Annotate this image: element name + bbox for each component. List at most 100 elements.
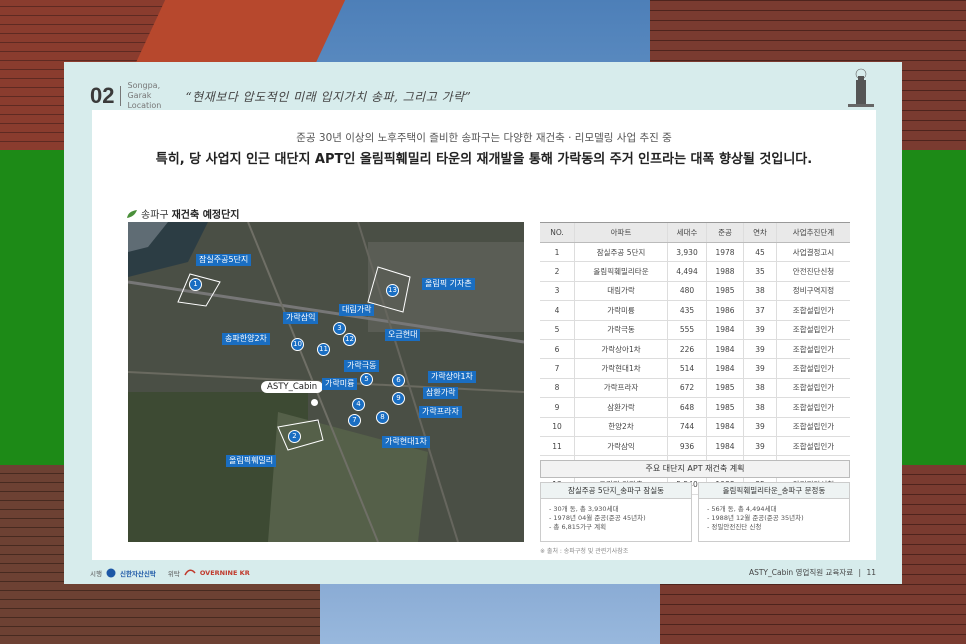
- table-cell: 대림가락: [574, 281, 668, 302]
- table-cell: 1985: [706, 281, 744, 302]
- table-cell: 잠실주공 5단지: [574, 242, 668, 263]
- map-marker[interactable]: 8: [376, 411, 389, 424]
- map-marker[interactable]: 11: [317, 343, 330, 356]
- page-number: 11: [866, 568, 876, 577]
- table-cell: 3: [540, 281, 575, 302]
- table-cell: 6: [540, 339, 575, 360]
- table-cell: 안전진단신청: [776, 261, 850, 282]
- footer-right: ASTY_Cabin 영업직원 교육자료 | 11: [748, 568, 876, 577]
- table-cell: 2: [540, 261, 575, 282]
- table-cell: 11: [540, 436, 575, 457]
- satellite-map[interactable]: 잠실주공5단지 올림픽 기자촌 대림가락 가락삼익 오금현대 송파한양2차 가락…: [128, 222, 524, 542]
- table-cell: 1985: [706, 378, 744, 399]
- map-label-ogeum-hyundai: 오금현대: [385, 329, 421, 341]
- table-cell: 가락극동: [574, 320, 668, 340]
- table-row: 2 올림픽훼밀리타운 4,494 1988 35 안전진단신청: [540, 261, 850, 282]
- section-title: 송파구 재건축 예정단지: [126, 206, 240, 221]
- table-cell: 조합설립인가: [776, 320, 850, 340]
- table-cell: 조합설립인가: [776, 378, 850, 399]
- table-cell: 37: [743, 300, 777, 321]
- map-label-garak-samik: 가락삼익: [283, 312, 319, 324]
- table-cell: 8: [540, 378, 575, 399]
- table-row: 5 가락극동 555 1984 39 조합설립인가: [540, 320, 850, 340]
- table-cell: 1984: [706, 339, 744, 360]
- table-cell: 9: [540, 397, 575, 418]
- map-marker[interactable]: 1: [189, 278, 202, 291]
- col-header: NO.: [540, 222, 575, 243]
- table-cell: 1984: [706, 436, 744, 457]
- table-cell: 한양2차: [574, 417, 668, 437]
- col-header: 준공: [706, 222, 744, 243]
- background-roof: [134, 0, 346, 65]
- map-marker[interactable]: 4: [352, 398, 365, 411]
- presentation-slide: 02 Songpa, Garak Location “현재보다 압도적인 미래 …: [64, 62, 902, 584]
- map-label-olympic-family: 올림픽훼밀리: [226, 455, 277, 467]
- table-cell: 1988: [706, 261, 744, 282]
- sponsor-name: 신한자산신탁: [119, 570, 156, 578]
- section-title-main: 재건축 예정단지: [171, 210, 240, 221]
- map-marker[interactable]: 13: [386, 284, 399, 297]
- slide-quote: “현재보다 압도적인 미래 입지가치 송파, 그리고 가락”: [185, 89, 472, 104]
- lead-text: 준공 30년 이상의 노후주택이 즐비한 송파구는 다양한 재건축 · 리모델링…: [296, 132, 672, 144]
- plan-title: 주요 대단지 APT 재건축 계획: [540, 460, 850, 478]
- map-marker[interactable]: 6: [392, 374, 405, 387]
- table-cell: 조합설립인가: [776, 300, 850, 321]
- col-header: 연차: [743, 222, 777, 243]
- table-cell: 사업결정고시: [776, 242, 850, 263]
- table-cell: 가락미륭: [574, 300, 668, 321]
- col-header: 아파트: [574, 222, 668, 243]
- table-header-row: NO. 아파트 세대수 준공 연차 사업추진단계: [540, 222, 850, 243]
- table-row: 3 대림가락 480 1985 38 정비구역지정: [540, 281, 850, 302]
- redevelopment-table: NO. 아파트 세대수 준공 연차 사업추진단계 1 잠실주공 5단지 3,930 1…: [540, 222, 850, 496]
- table-row: 4 가락미륭 435 1986 37 조합설립인가: [540, 300, 850, 321]
- table-cell: 올림픽훼밀리타운: [574, 261, 668, 282]
- content-panel: 준공 30년 이상의 노후주택이 즐비한 송파구는 다양한 재건축 · 리모델링…: [92, 110, 876, 560]
- table-cell: 삼환가락: [574, 397, 668, 418]
- list-item: - 30개 동, 총 3,930세대: [549, 505, 619, 513]
- col-header: 사업추진단계: [776, 222, 850, 243]
- footer-title: ASTY_Cabin 영업직원 교육자료: [748, 568, 854, 577]
- table-cell: 7: [540, 358, 575, 379]
- plan-box-list: - 30개 동, 총 3,930세대 - 1978년 04월 준공(준공 45년…: [541, 505, 691, 532]
- table-cell: 3,930: [667, 242, 707, 263]
- table-cell: 1985: [706, 397, 744, 418]
- footer-left: 시행 신한자산신탁 위탁 OVERNINE KR: [90, 568, 250, 578]
- table-cell: 38: [743, 397, 777, 418]
- map-label-asty-cabin: ASTY_Cabin: [261, 381, 324, 393]
- plan-box-title: 올림픽훼밀리타운_송파구 문정동: [699, 483, 849, 499]
- table-cell: 5: [540, 320, 575, 340]
- map-marker[interactable]: 2: [288, 430, 301, 443]
- table-row: 11 가락삼익 936 1984 39 조합설립인가: [540, 436, 850, 457]
- plan-box-olympic-family: 올림픽훼밀리타운_송파구 문정동 - 56개 동, 총 4,494세대 - 19…: [698, 482, 850, 542]
- table-cell: 226: [667, 339, 707, 360]
- table-cell: 672: [667, 378, 707, 399]
- map-marker[interactable]: 7: [348, 414, 361, 427]
- table-cell: 936: [667, 436, 707, 457]
- table-cell: 39: [743, 358, 777, 379]
- map-marker[interactable]: 9: [392, 392, 405, 405]
- table-cell: 조합설립인가: [776, 339, 850, 360]
- slide-number: 02: [90, 83, 115, 108]
- plan-box-list: - 56개 동, 총 4,494세대 - 1988년 12월 준공(준공 35년…: [699, 505, 849, 532]
- table-cell: 4,494: [667, 261, 707, 282]
- table-cell: 39: [743, 417, 777, 437]
- list-item: - 정밀안전진단 신청: [707, 523, 762, 531]
- table-cell: 4: [540, 300, 575, 321]
- header-divider: [120, 86, 122, 106]
- agency-name: OVERNINE KR: [199, 569, 250, 577]
- table-cell: 정비구역지정: [776, 281, 850, 302]
- map-marker[interactable]: 10: [291, 338, 304, 351]
- table-row: 1 잠실주공 5단지 3,930 1978 45 사업결정고시: [540, 242, 850, 263]
- section-title-prefix: 송파구: [141, 210, 169, 221]
- table-cell: 648: [667, 397, 707, 418]
- table-cell: 가락삼익: [574, 436, 668, 457]
- table-cell: 조합설립인가: [776, 358, 850, 379]
- map-marker[interactable]: 5: [360, 373, 373, 386]
- map-marker[interactable]: 3: [333, 322, 346, 335]
- map-marker[interactable]: 12: [343, 333, 356, 346]
- map-label-garak-miryung: 가락미륭: [322, 378, 358, 390]
- table-cell: 1984: [706, 358, 744, 379]
- map-label-olympic-press: 올림픽 기자촌: [422, 278, 475, 290]
- sponsor-label: 시행: [90, 570, 102, 578]
- map-label-garak-plaza: 가락프라자: [419, 406, 462, 418]
